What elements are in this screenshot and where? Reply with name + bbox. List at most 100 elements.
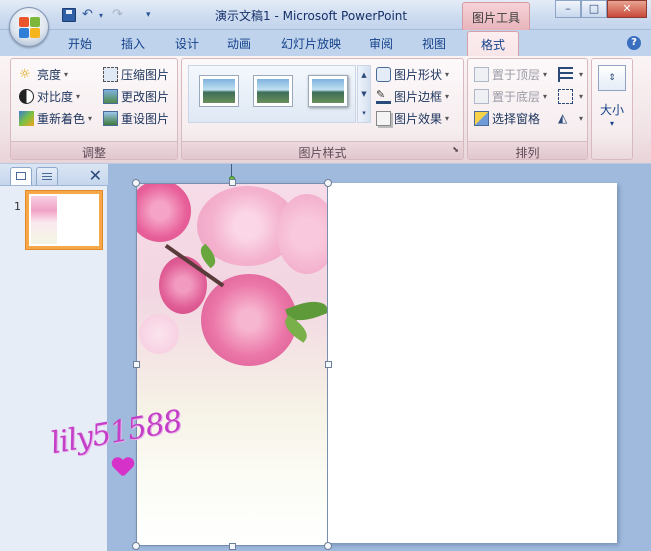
arrange-group-label: 排列: [468, 141, 587, 160]
style-thumb-2[interactable]: [253, 75, 293, 107]
tab-review[interactable]: 审阅: [369, 35, 393, 52]
tab-home[interactable]: 开始: [68, 35, 92, 52]
minimize-button[interactable]: –: [555, 0, 581, 18]
brightness-label: 亮度: [37, 67, 62, 82]
picture-tools-context-tab: 图片工具: [462, 2, 530, 30]
maximize-button[interactable]: □: [581, 0, 607, 18]
picture-shape-icon: [376, 66, 391, 82]
blossom-6: [139, 314, 179, 354]
close-button[interactable]: ✕: [607, 0, 647, 18]
gallery-scroll[interactable]: ▲ ▼ ▾: [357, 65, 371, 123]
outline-tab-icon: [42, 173, 52, 180]
window-controls: – □ ✕: [555, 0, 647, 18]
undo-dropdown-icon[interactable]: ▾: [99, 11, 103, 27]
ribbon: ☼ 亮度 ▾ 对比度 ▾ 重新着色 ▾ 压缩图片 更改图片 重设图片 调整 ▲ …: [0, 56, 651, 164]
tab-format[interactable]: 格式: [467, 31, 519, 57]
bring-front-label: 置于顶层: [492, 67, 541, 82]
contrast-icon: [19, 88, 34, 104]
blossom-4: [159, 256, 207, 314]
gallery-up-icon[interactable]: ▲: [358, 66, 370, 85]
recolor-label: 重新着色: [37, 111, 86, 126]
slide-number: 1: [14, 200, 21, 213]
gallery-down-icon[interactable]: ▼: [358, 85, 370, 104]
panel-tabs: ✕: [0, 164, 108, 186]
reset-picture-icon: [103, 110, 118, 126]
send-back-icon: [474, 88, 489, 104]
flower-picture[interactable]: [136, 183, 328, 546]
slides-tab[interactable]: [10, 167, 32, 185]
resize-handle-bottom-right[interactable]: [324, 542, 332, 550]
title-bar: ↶ ▾ ↷ ▾ 演示文稿1 - Microsoft PowerPoint 图片工…: [0, 0, 651, 30]
office-button[interactable]: [9, 7, 49, 47]
selection-pane-button[interactable]: 选择窗格: [474, 109, 540, 127]
picture-shape-label: 图片形状: [394, 67, 443, 82]
adjust-group-label: 调整: [11, 141, 177, 160]
picture-shape-button[interactable]: 图片形状 ▾: [376, 65, 449, 83]
blossom-3: [277, 194, 327, 274]
size-group[interactable]: ⇕ 大小 ▾: [591, 58, 633, 160]
resize-handle-left[interactable]: [133, 361, 140, 368]
help-icon[interactable]: ?: [627, 36, 641, 50]
style-thumb-3[interactable]: [308, 75, 348, 107]
change-picture-icon: [103, 88, 118, 104]
change-picture-button[interactable]: 更改图片: [103, 87, 169, 105]
office-logo-icon: [19, 17, 41, 39]
send-back-label: 置于底层: [492, 89, 541, 104]
resize-handle-top-right[interactable]: [324, 179, 332, 187]
size-label: 大小: [599, 103, 624, 117]
group-icon: [558, 88, 573, 104]
gallery-more-icon[interactable]: ▾: [358, 104, 370, 122]
resize-handle-top[interactable]: [229, 179, 236, 186]
rotate-button[interactable]: ◭ ▾: [558, 109, 583, 127]
panel-close-icon[interactable]: ✕: [89, 166, 102, 185]
compress-label: 压缩图片: [121, 67, 170, 82]
picture-styles-label: 图片样式: [298, 146, 347, 160]
selection-pane-icon: [474, 110, 489, 126]
resize-handle-bottom[interactable]: [229, 543, 236, 550]
reset-picture-button[interactable]: 重设图片: [103, 109, 169, 127]
send-to-back-button[interactable]: 置于底层 ▾: [474, 87, 547, 105]
picture-styles-gallery: [188, 65, 356, 123]
resize-handle-right[interactable]: [325, 361, 332, 368]
picture-border-button[interactable]: ✎ 图片边框 ▾: [376, 87, 449, 105]
picture-effects-icon: [376, 110, 391, 126]
align-button[interactable]: ▾: [558, 65, 583, 83]
tab-slideshow[interactable]: 幻灯片放映: [281, 35, 341, 52]
redo-icon: ↷: [112, 7, 123, 22]
tab-insert[interactable]: 插入: [121, 35, 145, 52]
slides-tab-icon: [16, 172, 26, 180]
dialog-launcher-icon[interactable]: ⬊: [452, 145, 459, 154]
picture-effects-button[interactable]: 图片效果 ▾: [376, 109, 449, 127]
slide-thumbnail[interactable]: [26, 191, 102, 249]
brightness-button[interactable]: ☼ 亮度 ▾: [19, 65, 68, 83]
tab-view[interactable]: 视图: [422, 35, 446, 52]
undo-icon[interactable]: ↶: [82, 7, 93, 23]
picture-border-label: 图片边框: [394, 89, 443, 104]
align-icon: [558, 66, 573, 82]
arrange-group: 置于顶层 ▾ 置于底层 ▾ 选择窗格 ▾ ▾ ◭ ▾ 排列: [467, 58, 588, 160]
picture-styles-group-label: 图片样式 ⬊: [182, 141, 463, 160]
bring-front-icon: [474, 66, 489, 82]
ribbon-tabs: 开始 插入 设计 动画 幻灯片放映 审阅 视图 格式: [0, 30, 651, 57]
tab-animation[interactable]: 动画: [227, 35, 251, 52]
save-icon[interactable]: [62, 8, 76, 22]
rotate-icon: ◭: [558, 110, 568, 125]
sun-icon: ☼: [19, 66, 31, 82]
style-thumb-1[interactable]: [199, 75, 239, 107]
compress-pictures-button[interactable]: 压缩图片: [103, 65, 169, 83]
resize-handle-bottom-left[interactable]: [132, 542, 140, 550]
group-button[interactable]: ▾: [558, 87, 583, 105]
tab-design[interactable]: 设计: [175, 35, 199, 52]
customize-quick-access-icon[interactable]: ▾: [146, 10, 151, 26]
bring-to-front-button[interactable]: 置于顶层 ▾: [474, 65, 547, 83]
pencil-icon: ✎: [376, 88, 391, 104]
slide-thumbnail-image: [31, 196, 57, 244]
adjust-group: ☼ 亮度 ▾ 对比度 ▾ 重新着色 ▾ 压缩图片 更改图片 重设图片 调整: [10, 58, 178, 160]
blossom-5: [201, 274, 297, 366]
outline-tab[interactable]: [36, 167, 58, 185]
resize-handle-top-left[interactable]: [132, 179, 140, 187]
change-label: 更改图片: [121, 89, 170, 104]
contrast-button[interactable]: 对比度 ▾: [19, 87, 80, 105]
compress-icon: [103, 66, 118, 82]
recolor-button[interactable]: 重新着色 ▾: [19, 109, 92, 127]
